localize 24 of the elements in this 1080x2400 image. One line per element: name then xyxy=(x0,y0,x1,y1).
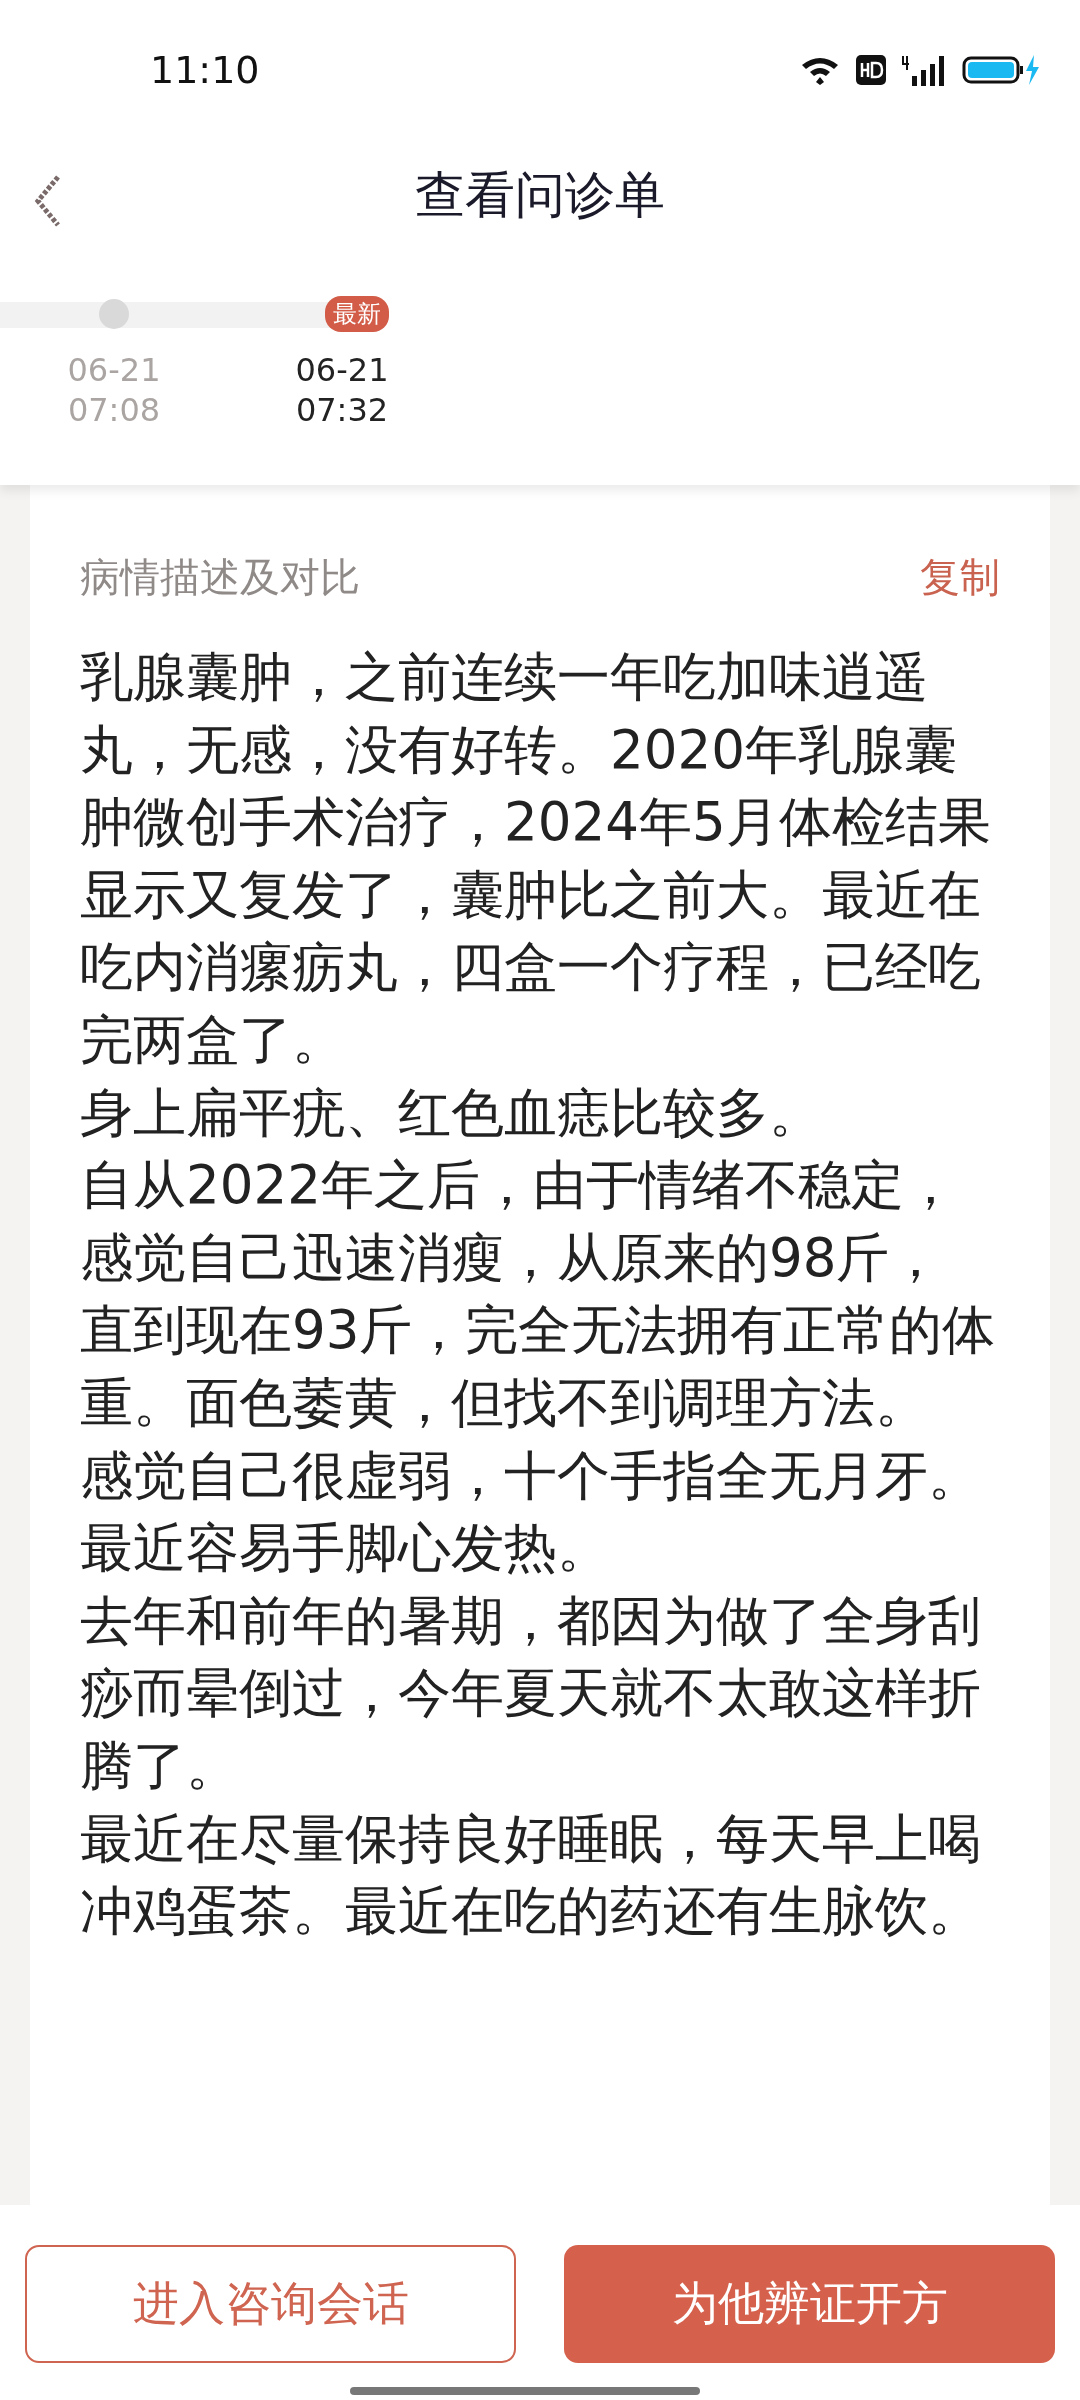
section-title: 病情描述及对比 xyxy=(80,552,360,602)
description-paragraph: 直到现在93斤，完全无法拥有正常的体重。面色萎黄，但找不到调理方法。 xyxy=(80,1298,997,1435)
hd-icon xyxy=(856,55,886,85)
consult-button[interactable]: 进入咨询会话 xyxy=(25,2245,516,2363)
latest-badge: 最新 xyxy=(325,296,389,332)
status-time: 11:10 xyxy=(150,48,260,92)
description-paragraph: 最近容易手脚心发热。 xyxy=(80,1516,611,1581)
description-paragraph: 自从2022年之后，由于情绪不稳定， xyxy=(80,1153,958,1218)
page-title: 查看问诊单 xyxy=(415,164,665,226)
description-paragraph: 身上扁平疣、红色血痣比较多。 xyxy=(80,1080,823,1145)
description-paragraph: 感觉自己很虚弱，十个手指全无月牙。 xyxy=(80,1443,982,1508)
signal-icon xyxy=(902,54,946,86)
timeline-dot xyxy=(99,299,129,329)
description-paragraph: 乳腺囊肿，之前连续一年吃加味逍遥丸，无感，没有好转。2020年乳腺囊肿微创手术治疗，2024年5月体检结果显示又复发了，囊肿比之前大。最近在吃内消瘰疬丸，四盒一个疗程，已经吃完两盒了。 xyxy=(80,645,992,1072)
wifi-icon xyxy=(800,55,840,85)
description-paragraph: 最近在尽量保持良好睡眠，每天早上喝冲鸡蛋茶。最近在吃的药还有生脉饮。 xyxy=(80,1806,982,1944)
prescribe-button[interactable]: 为他辨证开方 xyxy=(564,2245,1055,2363)
timeline-entry[interactable]: 06-21 07:32 xyxy=(295,350,389,430)
description-paragraph: 感觉自己迅速消瘦，从原来的98斤， xyxy=(80,1225,944,1290)
back-icon[interactable] xyxy=(32,173,62,229)
description-paragraph: 去年和前年的暑期，都因为做了全身刮痧而晕倒过，今年夏天就不太敢这样折腾了。 xyxy=(80,1588,982,1798)
copy-link[interactable]: 复制 xyxy=(920,549,1000,605)
battery-icon xyxy=(962,55,1040,85)
timeline-entry[interactable]: 06-21 07:08 xyxy=(67,350,161,430)
